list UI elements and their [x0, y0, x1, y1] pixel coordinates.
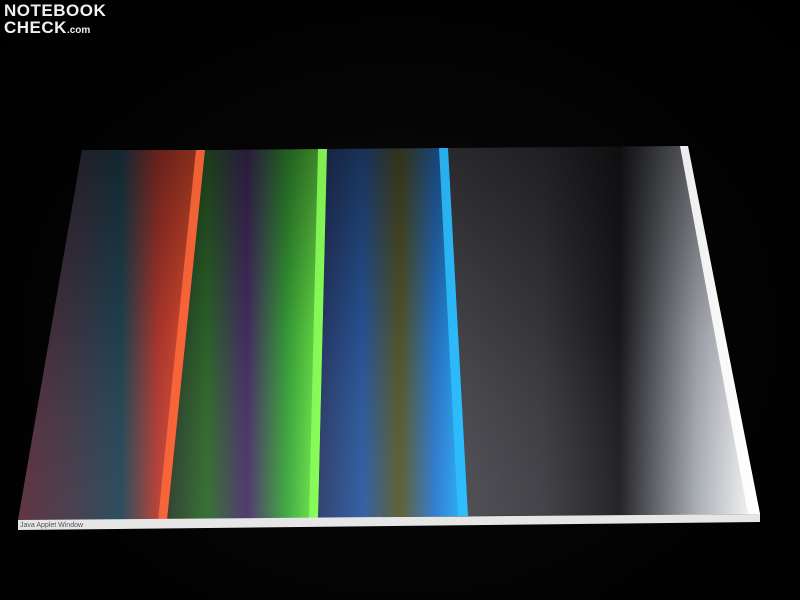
photo-scene: Java Applet Window NOTEBOOK CHECK.com [0, 0, 800, 600]
display-panel: Java Applet Window [18, 146, 760, 530]
logo-line-1: NOTEBOOK [4, 1, 107, 20]
logo-line-2-suffix: .com [66, 25, 91, 36]
logo-line-2: CHECK.com [4, 19, 106, 36]
notebookcheck-logo: NOTEBOOK CHECK.com [4, 2, 106, 36]
taskbar-label: Java Applet Window [20, 522, 84, 529]
logo-line-2-main: CHECK [4, 18, 67, 37]
screen-shading [18, 146, 760, 520]
